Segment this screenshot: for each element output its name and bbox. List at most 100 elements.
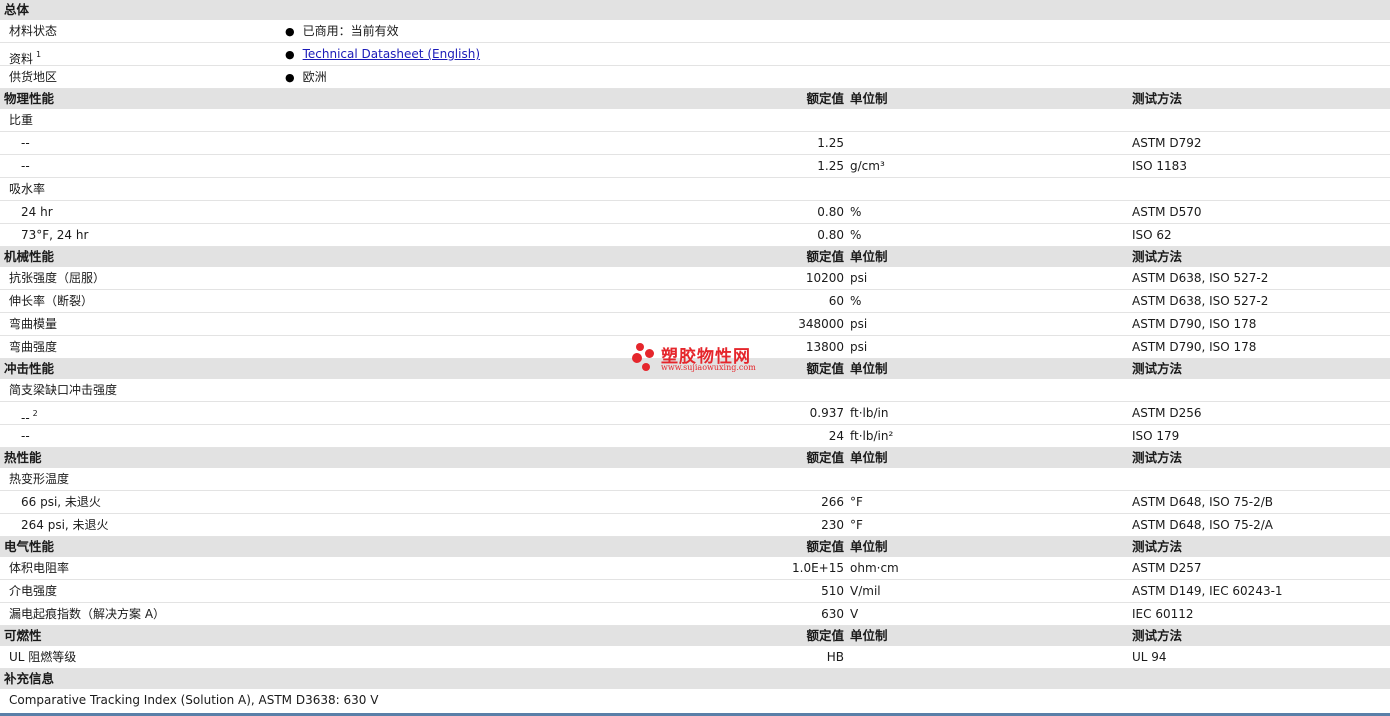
logo-dot-icon (642, 363, 650, 371)
row-test: ASTM D790, ISO 178 (1132, 317, 1257, 331)
datasheet-bullet: Technical Datasheet (English) (285, 43, 480, 66)
section-title: 冲击性能 (4, 361, 55, 376)
footnote-marker: 2 (32, 409, 38, 418)
section-title: 总体 (4, 2, 30, 17)
row-test: ISO 62 (1132, 228, 1172, 242)
section-physical-header: 物理性能 额定值 单位制 测试方法 (0, 89, 1390, 109)
row-value: 630 (821, 607, 844, 621)
header-test: 测试方法 (1132, 539, 1183, 554)
property-group-label: 吸水率 (9, 182, 46, 196)
property-row: 漏电起痕指数（解决方案 A） 630 V IEC 60112 (0, 603, 1390, 626)
row-label: -- (21, 429, 30, 443)
row-unit: ft·lb/in² (850, 429, 894, 443)
row-value: 1.25 (817, 136, 844, 150)
row-test: ASTM D648, ISO 75-2/B (1132, 495, 1274, 509)
row-label: 弯曲强度 (9, 340, 58, 354)
header-value: 额定值 (806, 91, 844, 106)
row-value: 欧洲 (285, 66, 327, 89)
row-unit: ohm·cm (850, 561, 899, 575)
logo-dot-icon (645, 349, 654, 358)
row-unit: °F (850, 518, 863, 532)
row-label: 介电强度 (9, 584, 58, 598)
header-test: 测试方法 (1132, 450, 1183, 465)
row-test: ISO 1183 (1132, 159, 1187, 173)
header-value: 额定值 (806, 361, 844, 376)
property-row: 66 psi, 未退火 266 °F ASTM D648, ISO 75-2/B (0, 491, 1390, 514)
general-row-region: 供货地区 欧洲 (0, 66, 1390, 89)
header-unit: 单位制 (850, 539, 888, 554)
row-value: 0.80 (817, 205, 844, 219)
row-label: 66 psi, 未退火 (21, 495, 101, 509)
row-label-text: -- (21, 411, 30, 425)
section-title: 电气性能 (4, 539, 55, 554)
supplement-text: Comparative Tracking Index (Solution A),… (9, 693, 379, 707)
row-value: 230 (821, 518, 844, 532)
header-value: 额定值 (806, 628, 844, 643)
row-label: 弯曲模量 (9, 317, 58, 331)
row-test: ASTM D256 (1132, 406, 1202, 420)
logo-dot-icon (636, 343, 644, 351)
section-thermal-header: 热性能 额定值 单位制 测试方法 (0, 448, 1390, 468)
row-value: 已商用：当前有效 (285, 20, 399, 43)
row-value: 266 (821, 495, 844, 509)
header-test: 测试方法 (1132, 628, 1183, 643)
header-value: 额定值 (806, 249, 844, 264)
general-row-status: 材料状态 已商用：当前有效 (0, 20, 1390, 43)
header-unit: 单位制 (850, 91, 888, 106)
row-unit: V/mil (850, 584, 881, 598)
property-row: 体积电阻率 1.0E+15 ohm·cm ASTM D257 (0, 557, 1390, 580)
property-row: 抗张强度（屈服） 10200 psi ASTM D638, ISO 527-2 (0, 267, 1390, 290)
section-title: 机械性能 (4, 249, 55, 264)
row-unit: g/cm³ (850, 159, 885, 173)
row-label: 24 hr (21, 205, 53, 219)
row-label: -- (21, 136, 30, 150)
datasheet-link[interactable]: Technical Datasheet (English) (303, 47, 480, 61)
property-row: 介电强度 510 V/mil ASTM D149, IEC 60243-1 (0, 580, 1390, 603)
row-label: 供货地区 (9, 70, 58, 84)
row-unit: ft·lb/in (850, 406, 889, 420)
row-test: ASTM D790, ISO 178 (1132, 340, 1257, 354)
property-group-row: 比重 (0, 109, 1390, 132)
header-unit: 单位制 (850, 361, 888, 376)
section-mechanical-header: 机械性能 额定值 单位制 测试方法 (0, 247, 1390, 267)
property-row: 73°F, 24 hr 0.80 % ISO 62 (0, 224, 1390, 247)
row-value: 0.937 (809, 406, 844, 420)
watermark-logo: 塑胶物性网 www.sujiaowuxing.com (632, 341, 772, 377)
property-row: 弯曲模量 348000 psi ASTM D790, ISO 178 (0, 313, 1390, 336)
row-label: UL 阻燃等级 (9, 650, 77, 664)
logo-dot-icon (632, 353, 642, 363)
section-flammability-header: 可燃性 额定值 单位制 测试方法 (0, 626, 1390, 646)
row-label: 73°F, 24 hr (21, 228, 89, 242)
row-unit: psi (850, 317, 868, 331)
row-test: ASTM D149, IEC 60243-1 (1132, 584, 1283, 598)
header-test: 测试方法 (1132, 249, 1183, 264)
row-label: 伸长率（断裂） (9, 294, 94, 308)
section-supplement-header: 补充信息 (0, 669, 1390, 689)
property-group-row: 简支梁缺口冲击强度 (0, 379, 1390, 402)
section-title: 补充信息 (4, 671, 55, 686)
property-row: -- 1.25 ASTM D792 (0, 132, 1390, 155)
row-value: 1.0E+15 (792, 561, 844, 575)
row-value: 348000 (798, 317, 844, 331)
row-test: ASTM D792 (1132, 136, 1202, 150)
property-row: UL 阻燃等级 HB UL 94 (0, 646, 1390, 669)
header-value: 额定值 (806, 450, 844, 465)
row-unit: % (850, 294, 862, 308)
property-group-row: 热变形温度 (0, 468, 1390, 491)
row-value: 510 (821, 584, 844, 598)
row-label-text: 资料 (9, 52, 34, 66)
row-label: 漏电起痕指数（解决方案 A） (9, 607, 166, 621)
property-group-row: 吸水率 (0, 178, 1390, 201)
footnote-marker: 1 (36, 50, 42, 59)
header-unit: 单位制 (850, 249, 888, 264)
section-title: 可燃性 (4, 628, 42, 643)
supplement-row: Comparative Tracking Index (Solution A),… (0, 689, 1390, 712)
row-test: IEC 60112 (1132, 607, 1194, 621)
row-label: 抗张强度（屈服） (9, 271, 106, 285)
property-group-label: 热变形温度 (9, 472, 70, 486)
section-electrical-header: 电气性能 额定值 单位制 测试方法 (0, 537, 1390, 557)
property-row: -- 24 ft·lb/in² ISO 179 (0, 425, 1390, 448)
row-value: 24 (828, 429, 844, 443)
row-test: ASTM D638, ISO 527-2 (1132, 271, 1269, 285)
property-row: -- 2 0.937 ft·lb/in ASTM D256 (0, 402, 1390, 425)
